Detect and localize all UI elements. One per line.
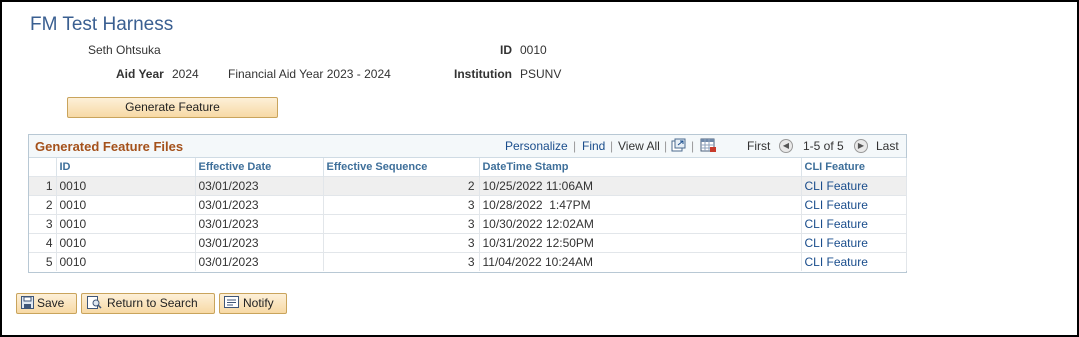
table-row: 1 0010 03/01/2023 2 10/25/2022 11:06AM C… <box>29 176 907 196</box>
id-cell: 0010 <box>56 195 196 215</box>
effective-date-cell: 03/01/2023 <box>195 214 324 234</box>
grid-title: Generated Feature Files <box>35 139 184 154</box>
effective-date-cell: 03/01/2023 <box>195 252 324 271</box>
effective-sequence-cell: 3 <box>323 195 480 215</box>
last-label[interactable]: Last <box>876 139 899 153</box>
institution-value: PSUNV <box>520 67 562 81</box>
id-value: 0010 <box>520 43 547 57</box>
cli-feature-link[interactable]: CLI Feature <box>801 233 907 253</box>
generated-feature-files-grid: Generated Feature Files Personalize | Fi… <box>28 134 907 273</box>
row-number: 2 <box>29 195 57 215</box>
effective-sequence-cell: 2 <box>323 176 480 196</box>
table-row: 5 0010 03/01/2023 3 11/04/2022 10:24AM C… <box>29 252 907 271</box>
student-name: Seth Ohtsuka <box>88 43 161 57</box>
save-icon <box>21 296 34 310</box>
notify-button[interactable]: Notify <box>219 293 287 314</box>
cli-feature-link[interactable]: CLI Feature <box>801 195 907 215</box>
cli-feature-link[interactable]: CLI Feature <box>801 252 907 271</box>
effective-sequence-cell: 3 <box>323 233 480 253</box>
row-number: 1 <box>29 176 57 196</box>
find-link[interactable]: Find <box>582 139 605 153</box>
row-number: 4 <box>29 233 57 253</box>
datetime-stamp-cell: 11/04/2022 10:24AM <box>479 252 802 271</box>
id-label: ID <box>500 43 512 57</box>
separator: | <box>664 139 668 153</box>
return-to-search-label: Return to Search <box>107 296 198 310</box>
effective-date-cell: 03/01/2023 <box>195 176 324 196</box>
column-header-cli-feature[interactable]: CLI Feature <box>801 158 907 177</box>
return-to-search-button[interactable]: Return to Search <box>81 293 215 314</box>
personalize-link[interactable]: Personalize <box>505 139 568 153</box>
institution-label: Institution <box>454 67 512 81</box>
first-label[interactable]: First <box>747 139 770 153</box>
next-icon[interactable]: ▶ <box>854 138 868 153</box>
table-header-row: ID Effective Date Effective Sequence Dat… <box>29 158 907 177</box>
table-row: 4 0010 03/01/2023 3 10/31/2022 12:50PM C… <box>29 233 907 253</box>
column-header-id[interactable]: ID <box>56 158 196 177</box>
grid-header: Generated Feature Files Personalize | Fi… <box>29 135 906 158</box>
id-cell: 0010 <box>56 233 196 253</box>
notify-icon <box>224 296 239 309</box>
id-cell: 0010 <box>56 176 196 196</box>
aid-year-description: Financial Aid Year 2023 - 2024 <box>228 67 391 81</box>
row-number: 3 <box>29 214 57 234</box>
datetime-stamp-cell: 10/25/2022 11:06AM <box>479 176 802 196</box>
datetime-stamp-cell: 10/31/2022 12:50PM <box>479 233 802 253</box>
row-range: 1-5 of 5 <box>803 139 844 153</box>
notify-label: Notify <box>243 296 274 310</box>
datetime-stamp-cell: 10/30/2022 12:02AM <box>479 214 802 234</box>
separator: | <box>610 139 614 153</box>
table-row: 2 0010 03/01/2023 3 10/28/2022 1:47PM CL… <box>29 195 907 215</box>
generate-feature-button[interactable]: Generate Feature <box>67 97 278 118</box>
effective-sequence-cell: 3 <box>323 214 480 234</box>
page-title: FM Test Harness <box>30 14 174 35</box>
previous-icon[interactable]: ◀ <box>779 138 793 153</box>
view-all-link[interactable]: View All <box>618 139 660 153</box>
separator: | <box>691 139 695 153</box>
cli-feature-link[interactable]: CLI Feature <box>801 176 907 196</box>
feature-files-table: ID Effective Date Effective Sequence Dat… <box>29 158 907 271</box>
cli-feature-link[interactable]: CLI Feature <box>801 214 907 234</box>
effective-sequence-cell: 3 <box>323 252 480 271</box>
new-window-icon[interactable] <box>671 138 686 152</box>
row-number: 5 <box>29 252 57 271</box>
datetime-stamp-cell: 10/28/2022 1:47PM <box>479 195 802 215</box>
id-cell: 0010 <box>56 214 196 234</box>
save-label: Save <box>37 296 65 310</box>
aid-year-label: Aid Year <box>116 67 164 81</box>
save-button[interactable]: Save <box>16 293 77 314</box>
effective-date-cell: 03/01/2023 <box>195 195 324 215</box>
aid-year-value: 2024 <box>172 67 199 81</box>
id-cell: 0010 <box>56 252 196 271</box>
column-header-effective-sequence[interactable]: Effective Sequence <box>323 158 480 177</box>
row-number-header <box>29 158 57 177</box>
effective-date-cell: 03/01/2023 <box>195 233 324 253</box>
download-spreadsheet-icon[interactable] <box>700 138 717 153</box>
table-row: 3 0010 03/01/2023 3 10/30/2022 12:02AM C… <box>29 214 907 234</box>
separator: | <box>573 139 577 153</box>
return-search-icon <box>87 295 102 309</box>
column-header-effective-date[interactable]: Effective Date <box>195 158 324 177</box>
column-header-datetime-stamp[interactable]: DateTime Stamp <box>479 158 802 177</box>
